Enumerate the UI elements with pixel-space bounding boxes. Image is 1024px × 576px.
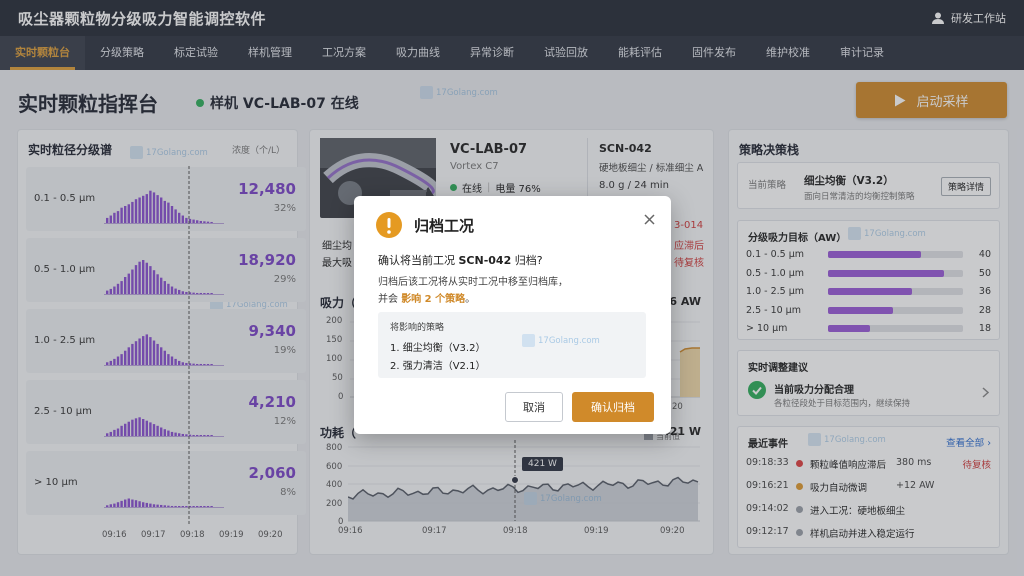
warning-icon bbox=[376, 212, 402, 238]
affected-item: 1. 细尘均衡（V3.2） bbox=[390, 343, 486, 354]
modal-line-2-pre: 并会 bbox=[378, 294, 402, 305]
modal-question-code: SCN-042 bbox=[458, 254, 512, 267]
modal-line-1: 归档后该工况将从实时工况中移至归档库， bbox=[378, 277, 568, 288]
modal-question: 确认将当前工况 SCN-042 归档? bbox=[378, 252, 543, 268]
modal-line-2-post: 。 bbox=[465, 294, 476, 305]
close-icon[interactable] bbox=[644, 214, 655, 225]
archive-modal: 归档工况 确认将当前工况 SCN-042 归档? 归档后该工况将从实时工况中移至… bbox=[354, 196, 671, 434]
cancel-button[interactable]: 取消 bbox=[505, 392, 563, 422]
modal-title: 归档工况 bbox=[414, 217, 475, 235]
modal-question-post: 归档? bbox=[511, 254, 543, 267]
affected-item: 2. 强力清洁（V2.1） bbox=[390, 361, 486, 372]
watermark-logo-icon bbox=[522, 334, 535, 347]
watermark: 17Golang.com bbox=[522, 334, 600, 347]
confirm-archive-button[interactable]: 确认归档 bbox=[572, 392, 654, 422]
affected-title: 将影响的策略 bbox=[390, 323, 445, 333]
affected-strategies-box: 将影响的策略 1. 细尘均衡（V3.2） 2. 强力清洁（V2.1） 17Gol… bbox=[378, 312, 646, 378]
modal-question-pre: 确认将当前工况 bbox=[378, 254, 459, 267]
modal-line-2-emphasis: 影响 2 个策略 bbox=[401, 294, 466, 305]
modal-line-2: 并会 影响 2 个策略。 bbox=[378, 290, 475, 305]
